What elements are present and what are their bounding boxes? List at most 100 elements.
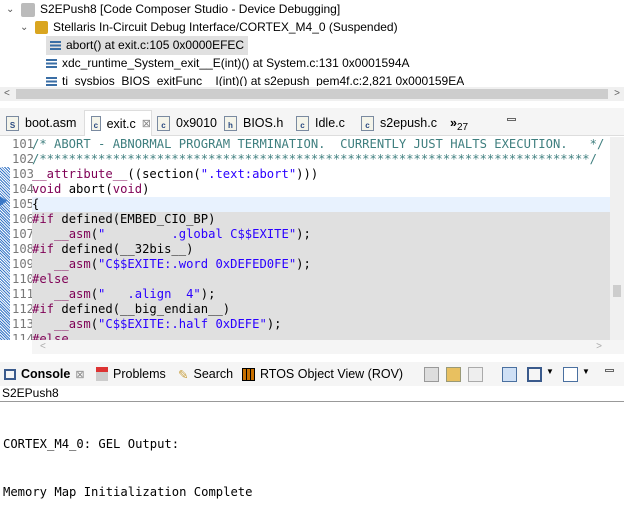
c-file-icon: c [157,115,170,131]
search-icon: ✎ [178,367,189,382]
chevron-down-icon[interactable]: ▼ [582,367,590,376]
code-line[interactable]: 104 void abort(void) [0,182,610,197]
code-token: __attribute__ [32,167,128,181]
editor-tab-bar: Sboot.asm c exit.c ⊠ c 0x9010 h BIOS.h c Idle… [0,108,624,136]
line-number: 114 [12,332,35,340]
code-line[interactable]: 108 #if defined(__32bis__) [0,242,610,257]
code-line[interactable]: 102/************************************… [0,152,610,167]
asm-file-icon: S [6,115,19,131]
code-text: __asm("C$$EXITE:.word 0xDEFED0FE"); [32,257,610,272]
tab-0x9010[interactable]: c 0x9010 [151,110,221,136]
debug-horizontal-scrollbar[interactable]: < > [0,87,624,101]
code-token: #if [32,242,55,256]
code-line[interactable]: 111 __asm(" .align 4"); [0,287,610,302]
code-token: /***************************************… [32,152,597,166]
code-token: " .align 4" [98,287,201,301]
code-text: void abort(void) [32,182,610,197]
editor-vertical-scrollbar[interactable] [610,137,624,340]
tab-problems[interactable]: Problems [96,362,166,386]
minimize-icon[interactable] [507,118,516,121]
stack-frame-label: xdc_runtime_System_exit__E(int)() at Sys… [62,56,410,70]
debug-session-node[interactable]: ⌄ S2EPush8 [Code Composer Studio - Devic… [6,0,340,19]
more-tabs-button[interactable]: » 27 [444,110,484,136]
open-console-icon[interactable] [563,367,578,382]
stack-frame[interactable]: abort() at exit.c:105 0x0000EFEC [46,36,249,55]
stack-frame-icon [46,77,57,86]
code-line[interactable]: 114 #else [0,332,610,340]
code-token: defined(__big_endian__) [54,302,231,316]
code-line[interactable]: 106 #if defined(EMBED_CIO_BP) [0,212,610,227]
scroll-right-icon[interactable]: > [614,87,620,101]
chevron-down-icon[interactable]: ⌄ [20,18,30,37]
tab-label: Idle.c [315,116,345,130]
code-token: "C$$EXITE:.half 0xDEFE" [98,317,267,331]
editor-horizontal-scrollbar[interactable]: < > [32,340,624,354]
code-token: ( [90,227,99,241]
code-token: #if [32,212,55,226]
target-icon [35,21,48,34]
code-token: #else [32,332,69,340]
code-line[interactable]: 107 __asm(" .global C$$EXITE"); [0,227,610,242]
pin-console-icon[interactable] [502,367,517,382]
tab-label: 0x9010 [176,116,218,130]
tab-rtos-object-view[interactable]: RTOS Object View (ROV) [242,362,403,386]
session-label: S2EPush8 [Code Composer Studio - Device … [40,2,341,16]
code-line[interactable]: 112 #if defined(__big_endian__) [0,302,610,317]
console-output[interactable]: CORTEX_M4_0: GEL Output: Memory Map Init… [3,404,252,516]
stack-frame-icon [46,59,57,68]
code-token: ( [90,317,99,331]
code-editor[interactable]: 101/* ABORT - ABNORMAL PROGRAM TERMINATI… [0,137,610,340]
code-token: " .global C$$EXITE" [98,227,297,241]
code-line[interactable]: 109 __asm("C$$EXITE:.word 0xDEFED0FE"); [0,257,610,272]
word-wrap-icon[interactable] [468,367,483,382]
tab-label: Console [21,367,71,381]
tab-search[interactable]: ✎ Search [178,362,233,386]
scrollbar-thumb[interactable] [16,89,608,99]
problems-icon [96,367,108,381]
code-line[interactable]: 103 __attribute__((section(".text:abort")… [0,167,610,182]
scrollbar-thumb[interactable] [613,285,621,297]
code-line[interactable]: 101/* ABORT - ABNORMAL PROGRAM TERMINATI… [0,137,610,152]
code-token: ); [200,287,216,301]
tab-label: s2epush.c [380,116,437,130]
stack-frame[interactable]: xdc_runtime_System_exit__E(int)() at Sys… [46,54,410,73]
code-text: __asm(" .align 4"); [32,287,610,302]
divider [0,401,624,402]
code-text: /* ABORT - ABNORMAL PROGRAM TERMINATION.… [32,137,610,152]
close-icon[interactable]: ⊠ [142,117,151,130]
scroll-right-icon[interactable]: > [596,340,602,354]
stack-frame[interactable]: ti_sysbios_BIOS_exitFunc__I(int)() at s2… [46,72,464,86]
code-text: __attribute__((section(".text:abort"))) [32,167,610,182]
tab-boot-asm[interactable]: Sboot.asm [0,110,85,136]
code-token: /* ABORT - ABNORMAL PROGRAM TERMINATION.… [32,137,605,151]
chevron-down-icon[interactable]: ▼ [546,367,554,376]
grid-icon [242,367,255,381]
clear-console-icon[interactable] [424,367,439,382]
stack-frame-label: ti_sysbios_BIOS_exitFunc__I(int)() at s2… [62,74,465,86]
code-line[interactable]: 113 __asm("C$$EXITE:.half 0xDEFE"); [0,317,610,332]
debug-target-node[interactable]: ⌄ Stellaris In-Circuit Debug Interface/C… [20,18,398,37]
scroll-left-icon[interactable]: < [40,340,46,354]
scroll-left-icon[interactable]: < [4,87,10,101]
code-line[interactable]: 110 #else [0,272,610,287]
close-icon[interactable]: ⊠ [75,368,84,381]
line-number: 104 [12,182,35,196]
tab-console[interactable]: Console ⊠ [4,362,85,386]
code-token: __asm [54,317,91,331]
minimize-icon[interactable] [605,369,614,372]
stack-frame-icon [50,41,61,50]
tab-exit-c[interactable]: c exit.c ⊠ [84,110,152,136]
console-name: S2EPush8 [2,386,59,400]
tab-bios-h[interactable]: h BIOS.h [218,110,288,136]
console-line: Memory Map Initialization Complete [3,485,253,499]
scroll-lock-icon[interactable] [446,367,461,382]
code-token: __asm [54,227,91,241]
code-line[interactable]: 105{ [0,197,610,212]
code-token: void [112,182,143,196]
display-console-icon[interactable] [527,367,542,382]
tab-s2epush-c[interactable]: c s2epush.c [355,110,445,136]
chevron-down-icon[interactable]: ⌄ [6,0,16,19]
line-number: 108 [12,242,35,256]
tab-idle-c[interactable]: c Idle.c [290,110,355,136]
